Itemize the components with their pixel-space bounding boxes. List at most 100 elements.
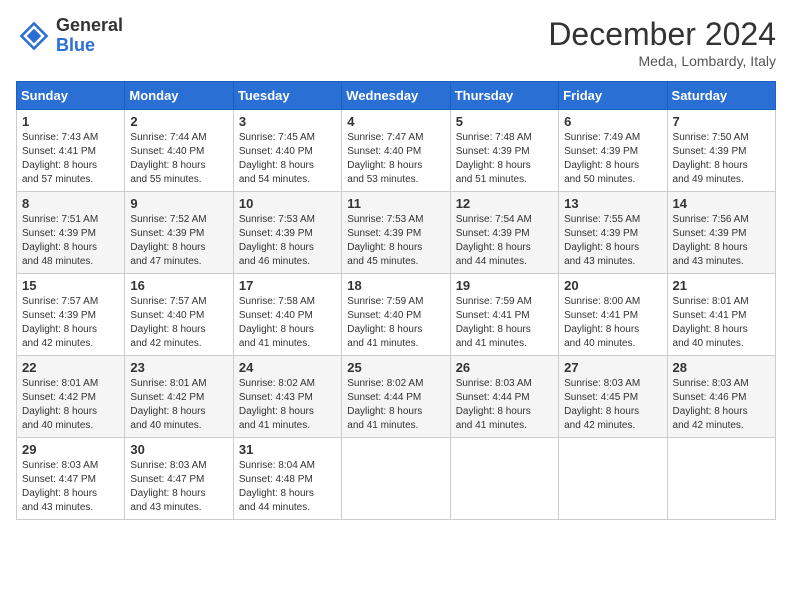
calendar-cell: 31Sunrise: 8:04 AMSunset: 4:48 PMDayligh… <box>233 438 341 520</box>
calendar-cell <box>450 438 558 520</box>
cell-details: Sunrise: 7:53 AMSunset: 4:39 PMDaylight:… <box>239 213 336 269</box>
logo-blue: Blue <box>56 36 123 56</box>
calendar-week-3: 15 Sunrise: 7:57 AMSunset: 4:39 PMDayligh… <box>17 274 776 356</box>
calendar-cell <box>559 438 667 520</box>
title-block: December 2024 Meda, Lombardy, Italy <box>548 16 776 69</box>
day-number: 21 <box>673 278 770 293</box>
calendar-cell: 13 Sunrise: 7:55 AMSunset: 4:39 PMDayligh… <box>559 192 667 274</box>
cell-details: Sunrise: 7:43 AMSunset: 4:41 PMDaylight:… <box>22 131 119 187</box>
col-header-sunday: Sunday <box>17 82 125 110</box>
calendar-week-4: 22 Sunrise: 8:01 AMSunset: 4:42 PMDayligh… <box>17 356 776 438</box>
cell-details: Sunrise: 7:56 AMSunset: 4:39 PMDaylight:… <box>673 213 770 269</box>
logo-general: General <box>56 16 123 36</box>
day-number: 30 <box>130 442 227 457</box>
calendar-cell: 18 Sunrise: 7:59 AMSunset: 4:40 PMDayligh… <box>342 274 450 356</box>
calendar-cell: 11Sunrise: 7:53 AMSunset: 4:39 PMDayligh… <box>342 192 450 274</box>
col-header-thursday: Thursday <box>450 82 558 110</box>
cell-details: Sunrise: 7:57 AMSunset: 4:40 PMDaylight:… <box>130 295 227 351</box>
day-number: 8 <box>22 196 119 211</box>
calendar-cell: 28 Sunrise: 8:03 AMSunset: 4:46 PMDayligh… <box>667 356 775 438</box>
day-number: 12 <box>456 196 553 211</box>
cell-details: Sunrise: 8:02 AMSunset: 4:44 PMDaylight:… <box>347 377 444 433</box>
logo-text: General Blue <box>56 16 123 56</box>
day-number: 9 <box>130 196 227 211</box>
day-number: 18 <box>347 278 444 293</box>
col-header-wednesday: Wednesday <box>342 82 450 110</box>
calendar-cell: 14 Sunrise: 7:56 AMSunset: 4:39 PMDayligh… <box>667 192 775 274</box>
calendar-cell: 22 Sunrise: 8:01 AMSunset: 4:42 PMDayligh… <box>17 356 125 438</box>
cell-details: Sunrise: 8:03 AMSunset: 4:47 PMDaylight:… <box>22 459 119 515</box>
cell-details: Sunrise: 7:45 AMSunset: 4:40 PMDaylight:… <box>239 131 336 187</box>
cell-details: Sunrise: 8:01 AMSunset: 4:41 PMDaylight:… <box>673 295 770 351</box>
calendar-cell: 27 Sunrise: 8:03 AMSunset: 4:45 PMDayligh… <box>559 356 667 438</box>
day-number: 23 <box>130 360 227 375</box>
cell-details: Sunrise: 8:01 AMSunset: 4:42 PMDaylight:… <box>130 377 227 433</box>
calendar-cell: 26 Sunrise: 8:03 AMSunset: 4:44 PMDayligh… <box>450 356 558 438</box>
day-number: 29 <box>22 442 119 457</box>
cell-details: Sunrise: 8:01 AMSunset: 4:42 PMDaylight:… <box>22 377 119 433</box>
day-number: 24 <box>239 360 336 375</box>
day-number: 3 <box>239 114 336 129</box>
cell-details: Sunrise: 7:57 AMSunset: 4:39 PMDaylight:… <box>22 295 119 351</box>
day-number: 25 <box>347 360 444 375</box>
calendar-cell: 8 Sunrise: 7:51 AMSunset: 4:39 PMDaylight… <box>17 192 125 274</box>
calendar-cell <box>342 438 450 520</box>
day-number: 14 <box>673 196 770 211</box>
cell-details: Sunrise: 7:44 AMSunset: 4:40 PMDaylight:… <box>130 131 227 187</box>
calendar-cell: 4 Sunrise: 7:47 AMSunset: 4:40 PMDaylight… <box>342 110 450 192</box>
page-header: General Blue December 2024 Meda, Lombard… <box>16 16 776 69</box>
calendar-cell <box>667 438 775 520</box>
cell-details: Sunrise: 7:54 AMSunset: 4:39 PMDaylight:… <box>456 213 553 269</box>
day-number: 6 <box>564 114 661 129</box>
cell-details: Sunrise: 7:58 AMSunset: 4:40 PMDaylight:… <box>239 295 336 351</box>
calendar-cell: 24 Sunrise: 8:02 AMSunset: 4:43 PMDayligh… <box>233 356 341 438</box>
day-number: 10 <box>239 196 336 211</box>
calendar-cell: 20Sunrise: 8:00 AMSunset: 4:41 PMDayligh… <box>559 274 667 356</box>
cell-details: Sunrise: 8:03 AMSunset: 4:47 PMDaylight:… <box>130 459 227 515</box>
col-header-tuesday: Tuesday <box>233 82 341 110</box>
day-number: 22 <box>22 360 119 375</box>
day-number: 26 <box>456 360 553 375</box>
calendar-cell: 2Sunrise: 7:44 AMSunset: 4:40 PMDaylight… <box>125 110 233 192</box>
calendar-cell: 12 Sunrise: 7:54 AMSunset: 4:39 PMDayligh… <box>450 192 558 274</box>
cell-details: Sunrise: 8:03 AMSunset: 4:45 PMDaylight:… <box>564 377 661 433</box>
day-number: 19 <box>456 278 553 293</box>
day-number: 17 <box>239 278 336 293</box>
cell-details: Sunrise: 8:04 AMSunset: 4:48 PMDaylight:… <box>239 459 336 515</box>
cell-details: Sunrise: 7:51 AMSunset: 4:39 PMDaylight:… <box>22 213 119 269</box>
calendar-cell: 16Sunrise: 7:57 AMSunset: 4:40 PMDayligh… <box>125 274 233 356</box>
day-number: 11 <box>347 196 444 211</box>
calendar-week-1: 1 Sunrise: 7:43 AMSunset: 4:41 PMDaylight… <box>17 110 776 192</box>
calendar-week-5: 29 Sunrise: 8:03 AMSunset: 4:47 PMDayligh… <box>17 438 776 520</box>
calendar-cell: 1 Sunrise: 7:43 AMSunset: 4:41 PMDaylight… <box>17 110 125 192</box>
calendar-cell: 15 Sunrise: 7:57 AMSunset: 4:39 PMDayligh… <box>17 274 125 356</box>
day-number: 27 <box>564 360 661 375</box>
calendar-week-2: 8 Sunrise: 7:51 AMSunset: 4:39 PMDaylight… <box>17 192 776 274</box>
cell-details: Sunrise: 7:47 AMSunset: 4:40 PMDaylight:… <box>347 131 444 187</box>
cell-details: Sunrise: 7:52 AMSunset: 4:39 PMDaylight:… <box>130 213 227 269</box>
cell-details: Sunrise: 8:00 AMSunset: 4:41 PMDaylight:… <box>564 295 661 351</box>
col-header-saturday: Saturday <box>667 82 775 110</box>
day-number: 7 <box>673 114 770 129</box>
day-number: 28 <box>673 360 770 375</box>
cell-details: Sunrise: 7:48 AMSunset: 4:39 PMDaylight:… <box>456 131 553 187</box>
day-number: 4 <box>347 114 444 129</box>
calendar-cell: 9 Sunrise: 7:52 AMSunset: 4:39 PMDaylight… <box>125 192 233 274</box>
location: Meda, Lombardy, Italy <box>548 53 776 69</box>
day-number: 1 <box>22 114 119 129</box>
calendar-cell: 10 Sunrise: 7:53 AMSunset: 4:39 PMDayligh… <box>233 192 341 274</box>
calendar-cell: 7Sunrise: 7:50 AMSunset: 4:39 PMDaylight… <box>667 110 775 192</box>
calendar-cell: 29 Sunrise: 8:03 AMSunset: 4:47 PMDayligh… <box>17 438 125 520</box>
calendar-cell: 17 Sunrise: 7:58 AMSunset: 4:40 PMDayligh… <box>233 274 341 356</box>
cell-details: Sunrise: 8:02 AMSunset: 4:43 PMDaylight:… <box>239 377 336 433</box>
calendar-table: SundayMondayTuesdayWednesdayThursdayFrid… <box>16 81 776 520</box>
calendar-cell: 25 Sunrise: 8:02 AMSunset: 4:44 PMDayligh… <box>342 356 450 438</box>
day-number: 15 <box>22 278 119 293</box>
cell-details: Sunrise: 8:03 AMSunset: 4:44 PMDaylight:… <box>456 377 553 433</box>
cell-details: Sunrise: 8:03 AMSunset: 4:46 PMDaylight:… <box>673 377 770 433</box>
cell-details: Sunrise: 7:55 AMSunset: 4:39 PMDaylight:… <box>564 213 661 269</box>
day-number: 13 <box>564 196 661 211</box>
month-title: December 2024 <box>548 16 776 53</box>
cell-details: Sunrise: 7:59 AMSunset: 4:40 PMDaylight:… <box>347 295 444 351</box>
logo-icon <box>16 18 52 54</box>
